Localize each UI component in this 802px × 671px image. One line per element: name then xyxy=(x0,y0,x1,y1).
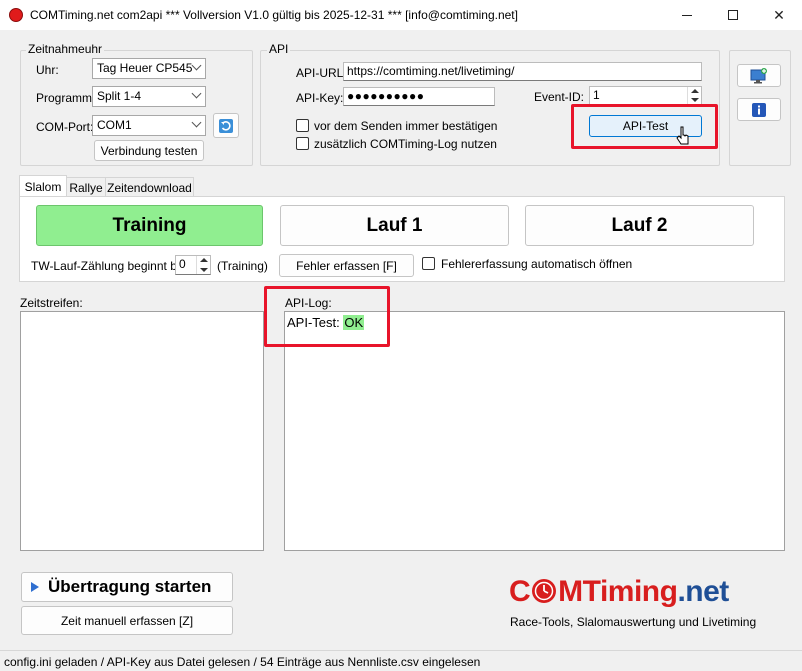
maximize-button[interactable] xyxy=(710,0,756,30)
programm-value: Split 1-4 xyxy=(97,89,142,103)
play-arrow-icon xyxy=(31,582,39,592)
uhr-value: Tag Heuer CP545 xyxy=(97,61,193,75)
api-key-label: API-Key: xyxy=(296,91,344,105)
logo-c: C xyxy=(509,575,531,608)
close-icon: ✕ xyxy=(773,6,785,23)
uhr-select[interactable]: Tag Heuer CP545 xyxy=(92,58,206,79)
comport-label: COM-Port: xyxy=(36,120,94,134)
minimize-button[interactable] xyxy=(664,0,710,30)
refresh-icon xyxy=(219,118,233,133)
lauf1-button[interactable]: Lauf 1 xyxy=(280,205,509,246)
comport-value: COM1 xyxy=(97,118,132,132)
programm-select[interactable]: Split 1-4 xyxy=(92,86,206,107)
refresh-button[interactable] xyxy=(213,113,239,138)
uhr-label: Uhr: xyxy=(36,63,59,77)
chevron-down-icon xyxy=(691,98,699,102)
status-text: config.ini geladen / API-Key aus Datei g… xyxy=(4,655,481,669)
chevron-down-icon xyxy=(191,60,202,71)
comtiming-logo: C MTiming.net xyxy=(509,575,729,615)
chevron-up-icon xyxy=(691,89,699,93)
mouse-cursor-icon xyxy=(676,126,689,145)
logo-mtiming: MTiming xyxy=(558,575,678,608)
stopwatch-icon xyxy=(532,579,557,603)
event-id-stepper[interactable]: 1 xyxy=(589,86,702,105)
fehler-auto-label: Fehlererfassung automatisch öffnen xyxy=(441,257,633,271)
zeitnahmeuhr-legend: Zeitnahmeuhr xyxy=(26,42,105,56)
zeit-manuell-button[interactable]: Zeit manuell erfassen [Z] xyxy=(21,606,233,635)
verbindung-testen-button[interactable]: Verbindung testen xyxy=(94,140,204,161)
tab-zeitendownload[interactable]: Zeitendownload xyxy=(105,177,194,197)
chevron-down-icon xyxy=(191,117,202,128)
lauf2-button[interactable]: Lauf 2 xyxy=(525,205,754,246)
tw-value: 0 xyxy=(179,257,186,271)
tw-label: TW-Lauf-Zählung beginnt bei: xyxy=(31,259,190,273)
fehler-erfassen-button[interactable]: Fehler erfassen [F] xyxy=(279,254,414,277)
fehler-auto-checkbox[interactable] xyxy=(422,257,435,270)
minimize-icon xyxy=(682,14,692,16)
api-url-input[interactable]: https://comtiming.net/livetiming/ xyxy=(343,62,702,81)
confirm-checkbox[interactable] xyxy=(296,119,309,132)
chevron-down-icon xyxy=(191,88,202,99)
zeitstreifen-list[interactable] xyxy=(20,311,264,551)
app-record-icon xyxy=(9,8,23,22)
spin-buttons[interactable] xyxy=(196,256,210,274)
apilog-list[interactable]: API-Test: OK xyxy=(284,311,785,551)
monitor-add-button[interactable] xyxy=(737,64,781,87)
tab-slalom[interactable]: Slalom xyxy=(19,175,67,197)
logo-net: .net xyxy=(677,575,729,608)
chevron-up-icon xyxy=(200,258,208,262)
info-button[interactable] xyxy=(737,98,781,121)
programm-label: Programm: xyxy=(36,91,96,105)
tw-suffix: (Training) xyxy=(217,259,268,273)
event-id-label: Event-ID: xyxy=(534,90,585,104)
window-title: COMTiming.net com2api *** Vollversion V1… xyxy=(30,8,518,22)
logo-tagline: Race-Tools, Slalomauswertung und Livetim… xyxy=(510,615,757,629)
confirm-label: vor dem Senden immer bestätigen xyxy=(314,119,498,133)
api-legend: API xyxy=(267,42,291,56)
training-button[interactable]: Training xyxy=(36,205,263,246)
chevron-down-icon xyxy=(200,268,208,272)
tab-rallye[interactable]: Rallye xyxy=(66,177,106,197)
comport-select[interactable]: COM1 xyxy=(92,115,206,136)
close-button[interactable]: ✕ xyxy=(756,0,802,30)
monitor-add-icon xyxy=(750,67,767,83)
maximize-icon xyxy=(728,10,738,20)
comtiming-log-label: zusätzlich COMTiming-Log nutzen xyxy=(314,137,497,151)
api-url-label: API-URL: xyxy=(296,66,347,80)
info-icon xyxy=(752,102,766,117)
uebertragung-starten-button[interactable]: Übertragung starten xyxy=(21,572,233,602)
zeitstreifen-label: Zeitstreifen: xyxy=(20,296,83,310)
uebertragung-starten-label: Übertragung starten xyxy=(48,577,212,596)
spin-buttons[interactable] xyxy=(687,87,701,104)
status-bar: config.ini geladen / API-Key aus Datei g… xyxy=(0,650,802,671)
title-bar: COMTiming.net com2api *** Vollversion V1… xyxy=(0,0,802,30)
tw-stepper[interactable]: 0 xyxy=(175,255,211,275)
apilog-highlight xyxy=(264,286,390,347)
api-key-input[interactable]: ●●●●●●●●●● xyxy=(343,87,495,106)
event-id-value: 1 xyxy=(593,88,600,102)
comtiming-log-checkbox[interactable] xyxy=(296,137,309,150)
